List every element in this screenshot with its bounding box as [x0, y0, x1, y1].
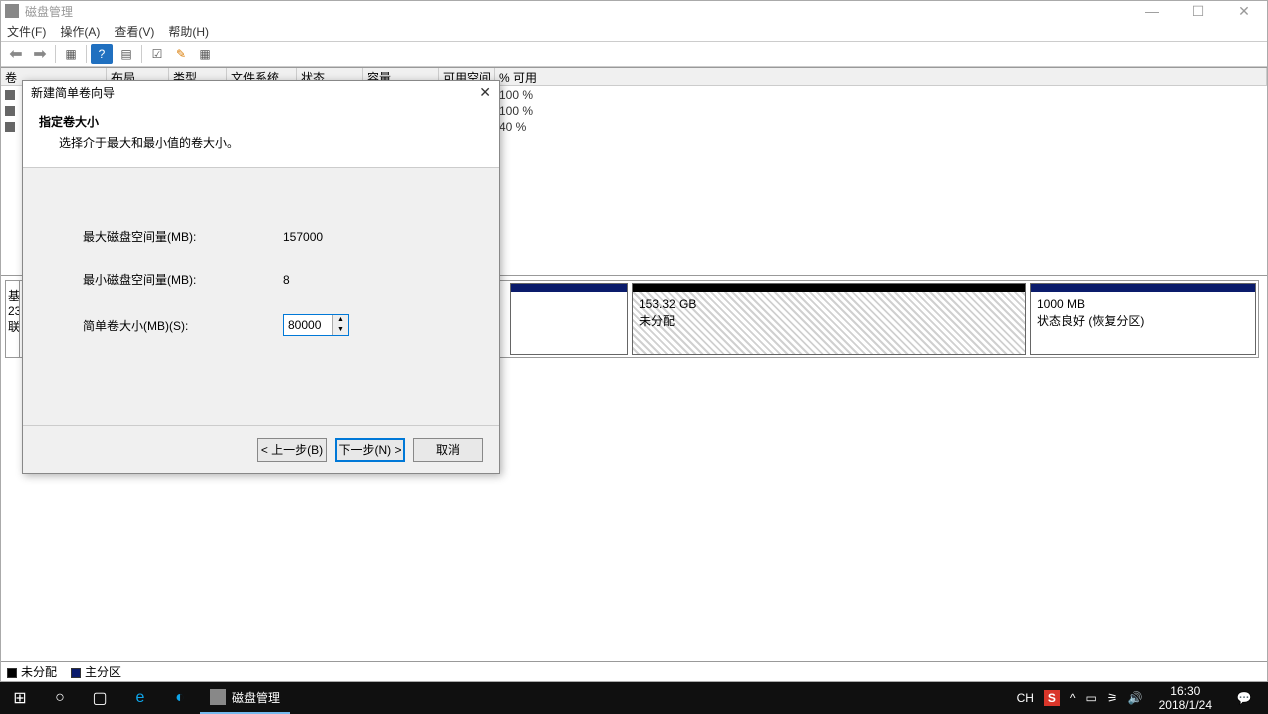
separator [141, 45, 142, 63]
menu-help[interactable]: 帮助(H) [168, 23, 209, 40]
table-row[interactable] [1, 87, 17, 103]
table-row[interactable] [1, 103, 17, 119]
legend-primary: 主分区 [71, 663, 121, 680]
clock-time: 16:30 [1159, 684, 1212, 698]
help-icon[interactable]: ? [91, 44, 113, 64]
toolbar-icon-2[interactable]: ▤ [115, 44, 137, 64]
disk-info: 基 23 联 [6, 281, 20, 357]
table-row[interactable] [1, 119, 17, 135]
partition-unallocated[interactable]: 153.32 GB 未分配 [632, 283, 1026, 355]
notification-icon[interactable]: 💬 [1228, 682, 1260, 714]
partition-status: 状态良好 (恢复分区) [1037, 313, 1249, 330]
row-pct-1: 100 % [499, 88, 533, 102]
volume-icon [5, 90, 15, 100]
partition-body: 153.32 GB 未分配 [633, 292, 1025, 354]
toolbar-icon-3[interactable]: ☑ [146, 44, 168, 64]
wizard-footer: < 上一步(B) 下一步(N) > 取消 [23, 425, 499, 473]
edge-icon[interactable]: e [120, 682, 160, 714]
spinner: ▲ ▼ [332, 315, 348, 335]
close-icon[interactable]: ✕ [479, 84, 491, 101]
wizard-body: 最大磁盘空间量(MB): 157000 最小磁盘空间量(MB): 8 简单卷大小… [23, 168, 499, 425]
partition-body: 1000 MB 状态良好 (恢复分区) [1031, 292, 1255, 354]
app-icon [5, 4, 19, 18]
partition-header [1031, 284, 1255, 292]
legend-unallocated: 未分配 [7, 663, 57, 680]
disk-label-3: 联 [8, 318, 17, 335]
volume-icon [5, 122, 15, 132]
cancel-button[interactable]: 取消 [413, 438, 483, 462]
window-title: 磁盘管理 [25, 3, 73, 20]
partition-recovery[interactable]: 1000 MB 状态良好 (恢复分区) [1030, 283, 1256, 355]
diskmgmt-icon [210, 689, 226, 705]
col-percent[interactable]: % 可用 [495, 68, 1267, 85]
partition-status: 未分配 [639, 313, 1019, 330]
disk-label-2: 23 [8, 304, 17, 318]
back-icon[interactable]: ⬅ [5, 44, 27, 64]
back-button[interactable]: < 上一步(B) [257, 438, 327, 462]
partition-header [511, 284, 627, 292]
taskbar-app-diskmgmt[interactable]: 磁盘管理 [200, 682, 290, 714]
disk-label-1: 基 [8, 287, 17, 304]
maximize-button[interactable]: ☐ [1175, 1, 1221, 21]
row-pct-3: 40 % [499, 120, 526, 134]
min-space-label: 最小磁盘空间量(MB): [83, 271, 283, 288]
tray-wifi-icon[interactable]: ⚞ [1107, 691, 1118, 705]
partition-size: 153.32 GB [639, 296, 1019, 313]
clock-date: 2018/1/24 [1159, 698, 1212, 712]
next-button[interactable]: 下一步(N) > [335, 438, 405, 462]
tray-power-icon[interactable]: ▭ [1086, 691, 1097, 705]
close-button[interactable]: ✕ [1221, 1, 1267, 21]
volume-size-input[interactable] [284, 315, 332, 335]
menu-action[interactable]: 操作(A) [60, 23, 100, 40]
taskbar-clock[interactable]: 16:30 2018/1/24 [1153, 684, 1218, 713]
menubar: 文件(F) 操作(A) 查看(V) 帮助(H) [1, 21, 1267, 41]
separator [86, 45, 87, 63]
volume-icon [5, 106, 15, 116]
max-space-label: 最大磁盘空间量(MB): [83, 228, 283, 245]
wizard-header: 指定卷大小 选择介于最大和最小值的卷大小。 [23, 103, 499, 168]
tray-icon-s[interactable]: S [1044, 690, 1060, 706]
toolbar: ⬅ ➡ ▦ ? ▤ ☑ ✎ ▦ [1, 41, 1267, 67]
volume-size-label: 简单卷大小(MB)(S): [83, 317, 283, 334]
menu-file[interactable]: 文件(F) [7, 23, 46, 40]
tray-volume-icon[interactable]: 🔊 [1128, 691, 1143, 705]
tray-chevron-icon[interactable]: ^ [1070, 691, 1076, 705]
app-icon-q[interactable]: ◐ [160, 682, 200, 714]
ime-indicator[interactable]: CH [1017, 691, 1034, 705]
titlebar: 磁盘管理 — ☐ ✕ [1, 1, 1267, 21]
wizard-subheading: 选择介于最大和最小值的卷大小。 [39, 134, 483, 151]
cortana-icon[interactable]: ○ [40, 682, 80, 714]
forward-icon[interactable]: ➡ [29, 44, 51, 64]
taskbar-app-label: 磁盘管理 [232, 689, 280, 706]
spinner-up-icon[interactable]: ▲ [333, 315, 348, 325]
task-view-icon[interactable]: ▢ [80, 682, 120, 714]
system-tray: CH S ^ ▭ ⚞ 🔊 16:30 2018/1/24 💬 [1009, 682, 1268, 714]
new-simple-volume-wizard: 新建简单卷向导 ✕ 指定卷大小 选择介于最大和最小值的卷大小。 最大磁盘空间量(… [22, 80, 500, 474]
max-space-value: 157000 [283, 230, 323, 244]
toolbar-icon-5[interactable]: ▦ [194, 44, 216, 64]
toolbar-icon-1[interactable]: ▦ [60, 44, 82, 64]
partition-size: 1000 MB [1037, 296, 1249, 313]
minimize-button[interactable]: — [1129, 1, 1175, 21]
spinner-down-icon[interactable]: ▼ [333, 325, 348, 335]
wizard-heading: 指定卷大小 [39, 113, 483, 130]
partition-hidden-1[interactable] [510, 283, 628, 355]
toolbar-icon-4[interactable]: ✎ [170, 44, 192, 64]
min-space-value: 8 [283, 273, 290, 287]
partition-header [633, 284, 1025, 292]
wizard-title: 新建简单卷向导 [31, 84, 115, 101]
legend: 未分配 主分区 [1, 661, 1267, 681]
partition-body [511, 292, 627, 354]
wizard-titlebar: 新建简单卷向导 ✕ [23, 81, 499, 103]
start-button[interactable]: ⊞ [0, 682, 40, 714]
window-controls: — ☐ ✕ [1129, 1, 1267, 21]
taskbar: ⊞ ○ ▢ e ◐ 磁盘管理 CH S ^ ▭ ⚞ 🔊 16:30 2018/1… [0, 682, 1268, 714]
volume-size-input-group: ▲ ▼ [283, 314, 349, 336]
row-pct-2: 100 % [499, 104, 533, 118]
separator [55, 45, 56, 63]
menu-view[interactable]: 查看(V) [114, 23, 154, 40]
